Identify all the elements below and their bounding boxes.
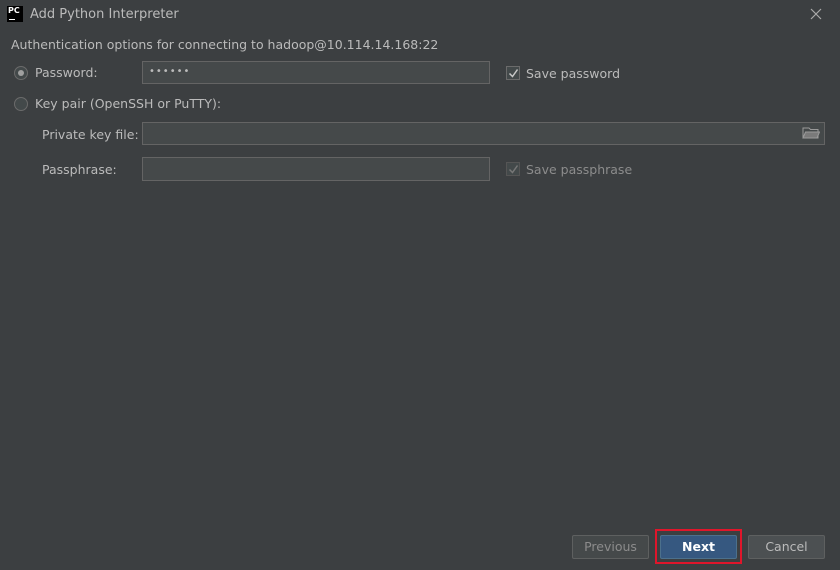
next-button-highlight [655,529,742,564]
save-passphrase-label: Save passphrase [526,162,633,177]
previous-button[interactable]: Previous [572,535,649,559]
keypair-radio[interactable] [14,97,28,111]
private-key-field[interactable] [142,122,825,145]
close-icon[interactable] [808,6,824,22]
folder-icon[interactable] [802,126,821,140]
password-value: •••••• [149,66,191,77]
cancel-button[interactable]: Cancel [748,535,825,559]
title-bar: PC Add Python Interpreter [0,0,840,30]
save-password-label: Save password [526,66,621,81]
passphrase-field[interactable] [142,157,490,181]
pycharm-logo-icon: PC [7,6,23,22]
save-password-checkbox[interactable] [506,66,520,80]
keypair-label: Key pair (OpenSSH or PuTTY): [35,96,222,111]
private-key-label: Private key file: [42,127,139,142]
save-passphrase-checkbox[interactable] [506,162,520,176]
password-label: Password: [35,65,98,80]
passphrase-label: Passphrase: [42,162,117,177]
password-radio[interactable] [14,66,28,80]
logo-text: PC [8,6,20,15]
password-field[interactable]: •••••• [142,61,490,84]
auth-subtitle: Authentication options for connecting to… [11,37,439,52]
window-title: Add Python Interpreter [30,7,179,22]
